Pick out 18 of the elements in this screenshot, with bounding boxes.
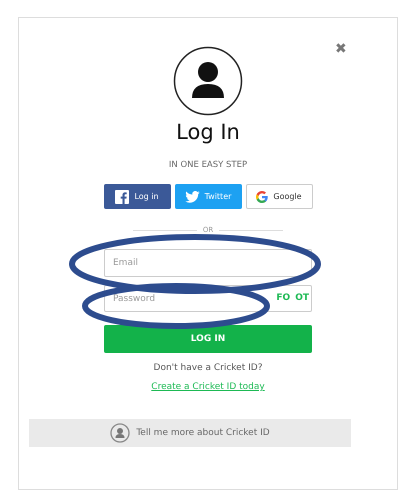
dialog-subtitle: IN ONE EASY STEP — [168, 160, 248, 170]
login-button[interactable]: LOG IN — [104, 325, 312, 353]
google-g-icon — [256, 190, 268, 202]
info-text: Tell me more about Cricket ID — [136, 428, 270, 438]
dialog-title: Log In — [176, 119, 240, 146]
person-icon — [110, 423, 130, 443]
google-button[interactable]: Google — [246, 184, 312, 209]
facebook-button[interactable]: Log in — [104, 184, 170, 209]
twitter-button[interactable]: Twitter — [174, 184, 242, 209]
close-button[interactable]: ✖ — [335, 40, 347, 56]
bird-icon — [184, 190, 200, 202]
facebook-icon — [115, 190, 130, 204]
signup-prompt: Don't have a Cricket ID? — [154, 363, 262, 373]
create-id-link[interactable]: Create a Cricket ID today — [151, 382, 265, 392]
forgot-link[interactable]: FO OT — [276, 293, 309, 303]
email-field[interactable]: Email — [104, 249, 312, 277]
user-avatar-icon — [173, 46, 243, 116]
info-bar[interactable]: Tell me more about Cricket ID — [29, 419, 351, 447]
